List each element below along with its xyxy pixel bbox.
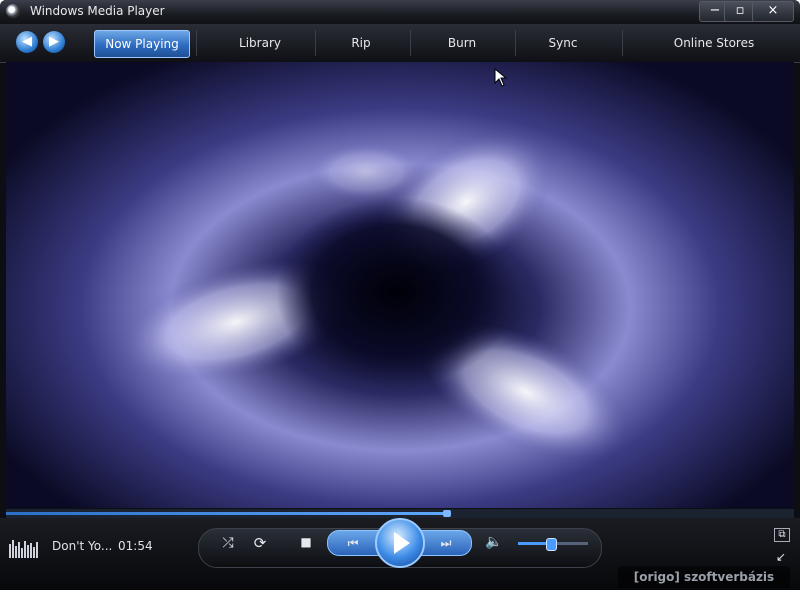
next-button[interactable]: ⏭ [420,530,472,556]
play-button[interactable] [375,518,425,568]
mouse-pointer-icon [494,68,508,87]
mini-mode-icon[interactable]: ↙ [774,550,788,564]
tab-sync[interactable]: Sync [523,30,603,56]
seek-progress [6,512,448,515]
visualization-graphic [119,131,629,461]
speaker-icon[interactable]: 🔈 [484,532,504,552]
close-button[interactable]: × [752,1,794,22]
equalizer-icon [9,540,38,558]
media-player-window: Windows Media Player − ▫ × ◀ ▶ Now Playi… [0,0,800,590]
shuffle-icon[interactable]: ⤮ [218,533,238,553]
volume-level [518,542,550,545]
visualization-area[interactable] [6,62,794,508]
tab-divider [196,30,197,56]
back-arrow-icon[interactable]: ◀ [16,31,38,53]
previous-button[interactable]: ⏮ [327,530,379,556]
tab-burn[interactable]: Burn [420,30,504,56]
window-title: Windows Media Player [30,4,165,18]
watermark: [origo] szoftverbázis [618,566,790,588]
tab-rip[interactable]: Rip [325,30,397,56]
tab-now-playing[interactable]: Now Playing [94,30,190,58]
repeat-icon[interactable]: ⟳ [250,533,270,553]
navigation-bar: ◀ ▶ Now Playing Library Rip Burn Sync On… [0,24,800,63]
stop-button[interactable]: ■ [296,532,316,552]
elapsed-time: 01:54 [118,539,153,553]
media-player-icon [6,4,20,18]
tab-divider [515,30,516,56]
fullscreen-icon[interactable]: ⧉ [774,528,790,542]
seek-thumb[interactable] [443,510,452,517]
tab-divider [410,30,411,56]
tab-divider [622,30,623,56]
seek-bar[interactable] [6,509,794,518]
tab-online-stores[interactable]: Online Stores [640,30,788,56]
tab-divider [315,30,316,56]
tab-library[interactable]: Library [212,30,308,56]
forward-arrow-icon[interactable]: ▶ [43,31,65,53]
volume-slider[interactable] [518,538,588,551]
track-title: Don't Yo... [52,539,113,553]
title-bar[interactable]: Windows Media Player − ▫ × [0,0,800,24]
volume-thumb[interactable] [545,538,557,551]
play-icon [394,532,410,554]
